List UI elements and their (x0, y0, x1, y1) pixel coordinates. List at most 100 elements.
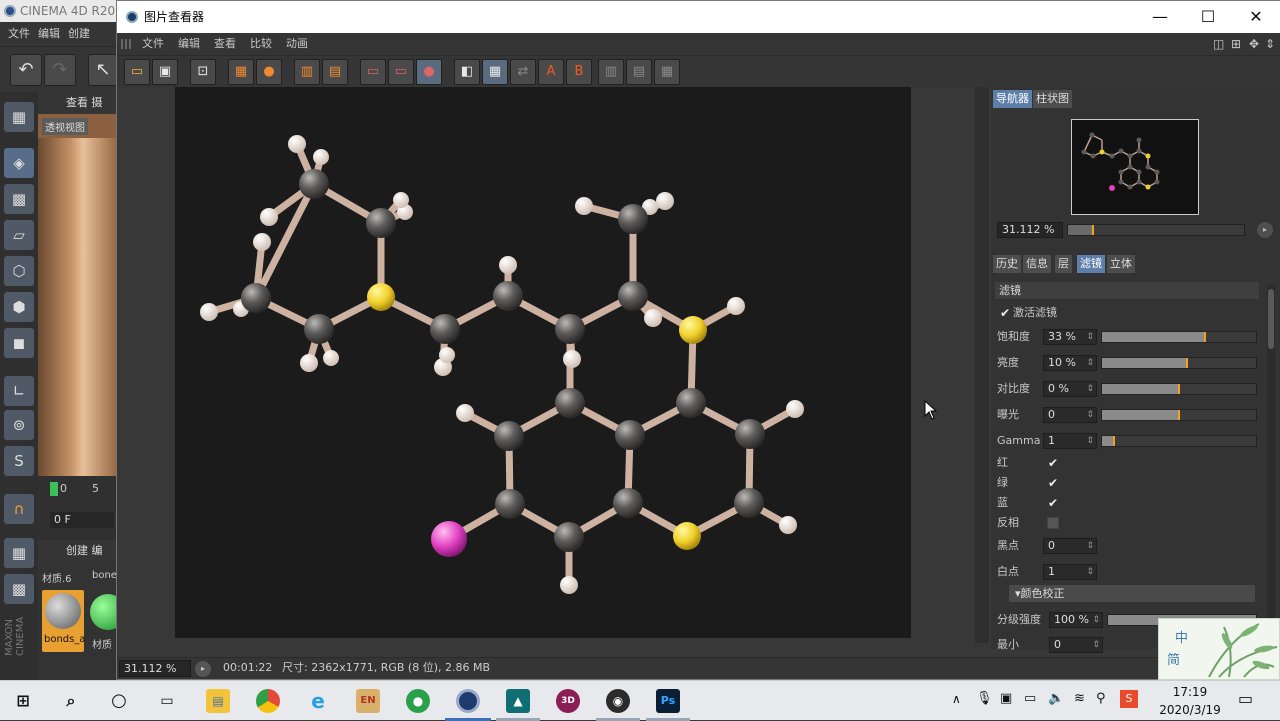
stop-render-icon[interactable]: ▤ (322, 59, 348, 85)
cinema4d-icon[interactable] (456, 689, 480, 713)
redo-icon[interactable]: ↷ (44, 54, 76, 86)
channel-checkbox[interactable]: ✔ (1047, 497, 1059, 509)
tab-stereo[interactable]: 立体 (1107, 255, 1135, 273)
dock-icon[interactable]: ⇕ (1265, 33, 1275, 55)
file-explorer-icon[interactable]: ▤ (206, 689, 230, 713)
tweak-icon[interactable]: ⊚ (4, 410, 34, 440)
polygons-mode-icon[interactable]: ◼ (4, 328, 34, 358)
layout-v-icon[interactable]: ▤ (626, 59, 652, 85)
menu-file[interactable]: 文件 (142, 33, 164, 55)
filter-row-field[interactable]: 33 % (1043, 329, 1097, 345)
grade-strength-field[interactable]: 100 % (1049, 612, 1103, 628)
tab-layers[interactable]: 层 (1055, 255, 1072, 273)
layout-h-icon[interactable]: ▥ (598, 59, 624, 85)
points-mode-icon[interactable]: ⬡ (4, 256, 34, 286)
workplane-icon[interactable]: ▱ (4, 220, 34, 250)
channel-checkbox[interactable]: ✔ (1047, 477, 1059, 489)
swap-ab-icon[interactable]: ⇄ (510, 59, 536, 85)
tab-history[interactable]: 历史 (993, 255, 1021, 273)
c4d-menu-create[interactable]: 创建 (68, 27, 90, 40)
c4d-timeline[interactable]: 0 5 0 F (38, 476, 120, 540)
material-menu-create[interactable]: 创建 (66, 544, 88, 557)
menu-view[interactable]: 查看 (214, 33, 236, 55)
move-panel-icon[interactable]: ✥ (1249, 33, 1259, 55)
chrome-icon[interactable] (256, 689, 280, 713)
viewport-menu-camera[interactable]: 摄 (92, 96, 103, 109)
new-panel-icon[interactable]: ⊞ (1231, 33, 1241, 55)
filter-row-slider[interactable] (1101, 435, 1257, 447)
material-selected[interactable]: bonds_a (42, 590, 86, 652)
network-icon[interactable]: ⚲ (1096, 691, 1106, 706)
canvas-scrollbar[interactable] (975, 87, 989, 643)
activate-filter-checkbox[interactable]: ✔ (999, 307, 1011, 319)
channel-checkbox[interactable] (1047, 517, 1059, 529)
window-titlebar[interactable]: 图片查看器 — ☐ ✕ (117, 1, 1280, 33)
undo-icon[interactable]: ↶ (10, 54, 42, 86)
ime-widget[interactable]: 中 简 (1158, 618, 1280, 680)
split-view-icon[interactable]: ▦ (482, 59, 508, 85)
filter-row-slider[interactable] (1101, 331, 1257, 343)
wechat-icon[interactable]: ▣ (1000, 691, 1012, 706)
white-point-field[interactable]: 1 (1043, 564, 1097, 580)
slider-knob[interactable] (1113, 436, 1116, 446)
tray-chevron-icon[interactable]: ∧ (952, 692, 961, 706)
image-canvas[interactable] (175, 87, 911, 638)
menu-edit[interactable]: 编辑 (178, 33, 200, 55)
navigator-play-icon[interactable]: ▸ (1257, 222, 1273, 238)
minimize-button[interactable]: — (1137, 1, 1183, 33)
microphone-icon[interactable]: 🎙 (976, 691, 993, 706)
zoom-100-icon[interactable]: ▭ (388, 59, 414, 85)
maximize-button[interactable]: ☐ (1185, 1, 1231, 33)
zoom-region-icon[interactable]: ● (416, 59, 442, 85)
filter-row-slider[interactable] (1101, 357, 1257, 369)
status-play-icon[interactable]: ▸ (195, 661, 211, 677)
viewport-scene[interactable] (38, 138, 120, 476)
fullscreen-icon[interactable]: ⊡ (190, 59, 216, 85)
copy-image-icon[interactable]: ▥ (294, 59, 320, 85)
panel-scrollbar-thumb[interactable] (1268, 289, 1274, 349)
magnet-icon[interactable]: ∩ (4, 494, 34, 524)
color-correction-group[interactable]: ▾颜色校正 (1009, 585, 1255, 602)
c4d-viewport[interactable]: 查看 摄 透视视图 (38, 92, 120, 476)
slider-knob[interactable] (1204, 332, 1207, 342)
windows-icon[interactable]: ⊞ (11, 689, 35, 713)
tab-filter[interactable]: 滤镜 (1077, 255, 1105, 273)
search-icon[interactable]: ⌕ (59, 689, 83, 713)
zoom-fit-icon[interactable]: ▭ (360, 59, 386, 85)
en-app-icon[interactable]: EN (356, 689, 380, 713)
black-point-field[interactable]: 0 (1043, 538, 1097, 554)
battery-icon[interactable]: ▭ (1024, 691, 1036, 706)
min-field[interactable]: 0 (1049, 637, 1103, 653)
set-a-icon[interactable]: A (538, 59, 564, 85)
filter-row-field[interactable]: 0 % (1043, 381, 1097, 397)
navigator-zoom-slider[interactable] (1067, 224, 1245, 236)
filter-row-field[interactable]: 10 % (1043, 355, 1097, 371)
material-menu-edit[interactable]: 编 (92, 544, 103, 557)
slider-knob[interactable] (1185, 358, 1188, 368)
task-view-icon[interactable]: ▭ (155, 689, 179, 713)
menu-animation[interactable]: 动画 (286, 33, 308, 55)
layout-grid-icon[interactable]: ▦ (654, 59, 680, 85)
photoshop-icon[interactable]: Ps (656, 689, 680, 713)
render-view-icon[interactable]: ● (256, 59, 282, 85)
render-region-icon[interactable]: ▦ (228, 59, 254, 85)
tab-navigator[interactable]: 导航器 (993, 90, 1032, 108)
filter-row-slider[interactable] (1101, 409, 1257, 421)
app3d-icon[interactable]: 3D (556, 689, 580, 713)
clock[interactable]: 17:19 2020/3/19 (1150, 683, 1230, 719)
filter-row-slider[interactable] (1101, 383, 1257, 395)
timeline-marker[interactable] (50, 482, 58, 496)
tab-histogram[interactable]: 柱状图 (1033, 90, 1072, 108)
app3-icon[interactable]: ▲ (506, 689, 530, 713)
sogou-ime-icon[interactable]: S (1120, 690, 1138, 708)
volume-icon[interactable]: 🔈 (1048, 691, 1064, 706)
select-tool-icon[interactable]: ↖ (88, 54, 118, 86)
tab-info[interactable]: 信息 (1023, 255, 1051, 273)
axis-icon[interactable]: ∟ (4, 376, 34, 406)
channel-checkbox[interactable]: ✔ (1047, 457, 1059, 469)
lock-workplane-icon[interactable]: ▦ (4, 538, 34, 568)
menu-compare[interactable]: 比较 (250, 33, 272, 55)
navigator-thumbnail[interactable] (1071, 119, 1199, 215)
texture-mode-icon[interactable]: ▩ (4, 184, 34, 214)
model-mode-icon[interactable]: ▦ (4, 102, 34, 132)
